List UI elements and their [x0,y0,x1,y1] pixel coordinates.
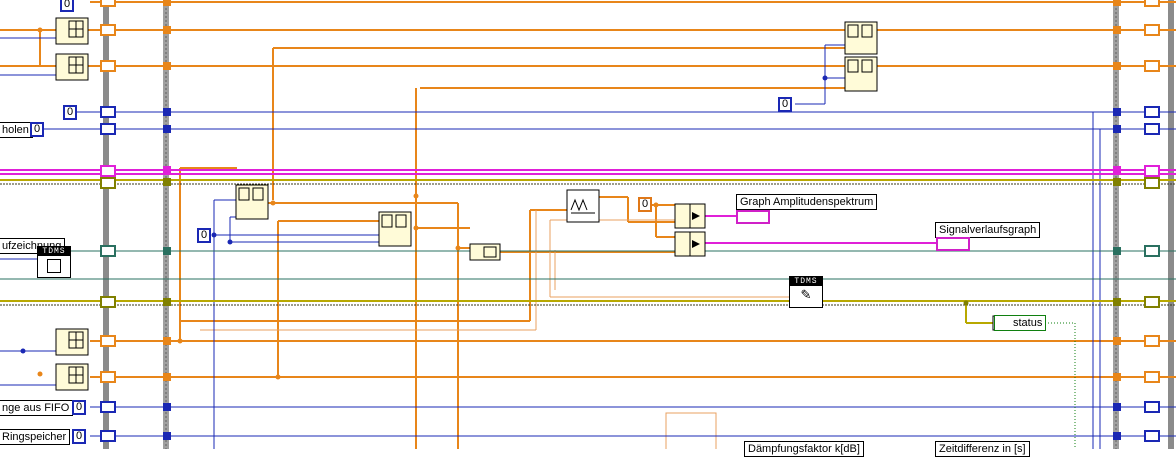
bundle-node-amp[interactable] [674,203,706,229]
numeric-constant[interactable]: 0 [638,197,653,212]
numeric-constant[interactable]: 0 [60,0,75,12]
teal-wires [0,250,1176,280]
label-holen: holen [0,122,33,138]
tdms-label: TDMS [38,247,70,256]
tdms-label: TDMS [790,277,822,286]
numeric-constant[interactable]: 0 [197,228,212,243]
array-node-mid-2[interactable] [378,211,412,247]
numeric-constant[interactable]: 0 [30,122,45,137]
pencil-icon: ✎ [800,287,812,302]
graph-amplitudenspektrum-indicator[interactable] [736,210,770,224]
loop-frame-right [1113,0,1174,449]
label-ringspeicher: Ringspeicher [0,429,71,445]
label-signalverlaufsgraph: Signalverlaufsgraph [935,222,1041,238]
array-node-mid-1[interactable] [235,184,269,220]
numeric-constant[interactable]: 0 [72,400,87,415]
tdms-file-icon [47,259,61,273]
build-array-node[interactable] [469,243,501,261]
array-node-bottom-1[interactable] [55,328,89,356]
label-daempfungsfaktor: Dämpfungsfaktor k[dB] [744,441,864,457]
status-indicator[interactable]: status [994,315,1047,331]
array-node-top-right-1[interactable] [844,21,878,55]
bundle-node-signal[interactable] [674,231,706,257]
numeric-constant[interactable]: 0 [63,105,78,120]
signalverlaufsgraph-indicator[interactable] [936,237,970,251]
label-fifo: nge aus FIFO [0,400,74,416]
tdms-open-node[interactable]: TDMS [37,246,71,278]
numeric-constant[interactable]: 0 [778,97,793,112]
label-graph-amplitudenspektrum: Graph Amplitudenspektrum [736,194,878,210]
array-node-top-right-2[interactable] [844,56,878,92]
numeric-constant[interactable]: 0 [72,429,87,444]
tdms-write-node[interactable]: TDMS ✎ [789,276,823,308]
array-node-top-2[interactable] [55,53,89,81]
label-zeitdifferenz: Zeitdifferenz in [s] [935,441,1030,457]
array-node-bottom-2[interactable] [55,363,89,391]
blue-wires [0,37,1176,449]
rms-node[interactable] [566,189,600,223]
array-node-top-1[interactable] [55,17,89,45]
